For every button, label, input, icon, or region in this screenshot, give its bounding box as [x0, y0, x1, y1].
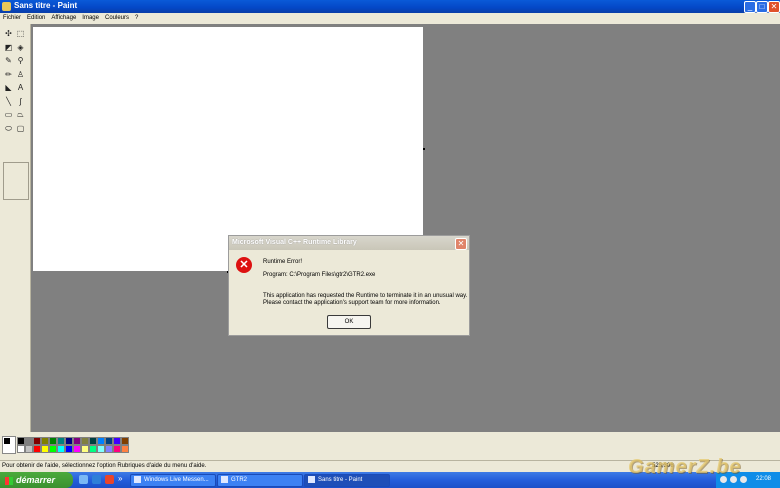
paint-icon: [308, 475, 315, 483]
free-select-icon[interactable]: ✣: [3, 28, 14, 39]
error-icon: ✕: [236, 257, 252, 273]
line-icon[interactable]: ╲: [3, 96, 14, 107]
start-label: démarrer: [16, 475, 56, 485]
rect-select-icon[interactable]: ⬚: [15, 28, 26, 39]
runtime-error-dialog: Microsoft Visual C++ Runtime Library ✕ ✕…: [228, 235, 470, 336]
menu-affichage[interactable]: Affichage: [48, 13, 79, 24]
paint-app-icon[interactable]: [2, 2, 11, 11]
windows-logo-icon: [5, 476, 13, 485]
palette-swatch[interactable]: [65, 437, 73, 445]
taskbar-item-gtr2[interactable]: GTR2: [217, 474, 303, 487]
palette-swatch[interactable]: [17, 437, 25, 445]
polygon-icon[interactable]: ⏢: [15, 109, 26, 120]
quicklaunch-ie-icon[interactable]: [79, 475, 88, 484]
palette-swatch[interactable]: [25, 445, 33, 453]
palette-swatch[interactable]: [81, 437, 89, 445]
close-button[interactable]: ✕: [768, 1, 780, 13]
palette-swatch[interactable]: [81, 445, 89, 453]
palette-swatch[interactable]: [33, 437, 41, 445]
palette-swatch[interactable]: [73, 437, 81, 445]
quicklaunch-messenger-icon[interactable]: [92, 475, 101, 484]
ok-button[interactable]: OK: [327, 315, 371, 329]
ellipse-icon[interactable]: ⬭: [3, 123, 14, 134]
minimize-button[interactable]: _: [744, 1, 756, 13]
taskbar-item-paint[interactable]: Sans titre - Paint: [304, 474, 390, 487]
palette-swatch[interactable]: [73, 445, 81, 453]
dialog-title-bar[interactable]: Microsoft Visual C++ Runtime Library ✕: [229, 236, 469, 250]
messenger-icon: [134, 475, 141, 483]
rectangle-icon[interactable]: ▭: [3, 109, 14, 120]
palette-swatch[interactable]: [113, 437, 121, 445]
curve-icon[interactable]: ∫: [15, 96, 26, 107]
taskbar-item-label: Sans titre - Paint: [318, 477, 363, 483]
palette-swatch[interactable]: [105, 445, 113, 453]
menu-image[interactable]: Image: [79, 13, 102, 24]
palette-swatch[interactable]: [105, 437, 113, 445]
canvas-resize-handle[interactable]: [423, 148, 425, 150]
menu-fichier[interactable]: Fichier: [0, 13, 24, 24]
palette-swatch[interactable]: [65, 445, 73, 453]
palette-swatch[interactable]: [57, 437, 65, 445]
foreground-color: [4, 438, 10, 444]
palette-swatch[interactable]: [49, 445, 57, 453]
menu-help[interactable]: ?: [132, 13, 141, 24]
menu-bar: Fichier Edition Affichage Image Couleurs?: [0, 13, 780, 24]
palette-swatch[interactable]: [89, 437, 97, 445]
quicklaunch-overflow[interactable]: »: [118, 474, 122, 483]
palette-swatch[interactable]: [25, 437, 33, 445]
start-button[interactable]: démarrer: [0, 472, 73, 488]
palette-swatch[interactable]: [49, 437, 57, 445]
maximize-button[interactable]: □: [756, 1, 768, 13]
clock[interactable]: 22:08: [756, 476, 771, 482]
palette-swatch[interactable]: [17, 445, 25, 453]
dialog-heading: Runtime Error!: [263, 259, 303, 265]
eraser-icon[interactable]: ◩: [3, 42, 14, 53]
dialog-message-line1: This application has requested the Runti…: [263, 293, 468, 299]
magnifier-icon[interactable]: ⚲: [15, 55, 26, 66]
palette-swatch[interactable]: [41, 445, 49, 453]
quicklaunch-app-icon[interactable]: [105, 475, 114, 484]
palette-swatch[interactable]: [97, 437, 105, 445]
taskbar-item-label: GTR2: [231, 477, 248, 483]
palette-swatch[interactable]: [97, 445, 105, 453]
rounded-rect-icon[interactable]: ▢: [15, 123, 26, 134]
palette-swatch[interactable]: [121, 437, 129, 445]
taskbar-item-messenger[interactable]: Windows Live Messen...: [130, 474, 216, 487]
watermark-logo: GamerZ.be: [628, 456, 742, 478]
menu-edition[interactable]: Edition: [24, 13, 48, 24]
taskbar-item-label: Windows Live Messen...: [144, 477, 209, 483]
dialog-title: Microsoft Visual C++ Runtime Library: [232, 239, 357, 246]
menu-couleurs[interactable]: Couleurs: [102, 13, 132, 24]
palette-swatch[interactable]: [113, 445, 121, 453]
color-picker-icon[interactable]: ✎: [3, 55, 14, 66]
pencil-icon[interactable]: ✏: [3, 69, 14, 80]
airbrush-icon[interactable]: ◣: [3, 82, 14, 93]
text-icon[interactable]: A: [15, 82, 26, 93]
palette-swatch[interactable]: [41, 437, 49, 445]
brush-icon[interactable]: ♙: [15, 69, 26, 80]
palette-swatch[interactable]: [33, 445, 41, 453]
tool-options-box[interactable]: [3, 162, 29, 200]
dialog-message-line2: Please contact the application's support…: [263, 300, 441, 306]
palette-swatch[interactable]: [121, 445, 129, 453]
toolbox: ✣ ⬚ ◩ ◈ ✎ ⚲ ✏ ♙ ◣ A ╲ ∫ ▭ ⏢ ⬭ ▢: [0, 24, 31, 432]
title-bar[interactable]: Sans titre - Paint _ □ ✕: [0, 0, 780, 13]
window-title: Sans titre - Paint: [14, 1, 78, 10]
palette-swatch[interactable]: [89, 445, 97, 453]
fill-icon[interactable]: ◈: [15, 42, 26, 53]
window-icon: [221, 475, 228, 483]
palette-swatch[interactable]: [57, 445, 65, 453]
status-help-text: Pour obtenir de l'aide, sélectionnez l'o…: [2, 463, 207, 469]
dialog-close-button[interactable]: ✕: [455, 238, 467, 250]
dialog-program-path: Program: C:\Program Files\gtr2\GTR2.exe: [263, 272, 376, 278]
